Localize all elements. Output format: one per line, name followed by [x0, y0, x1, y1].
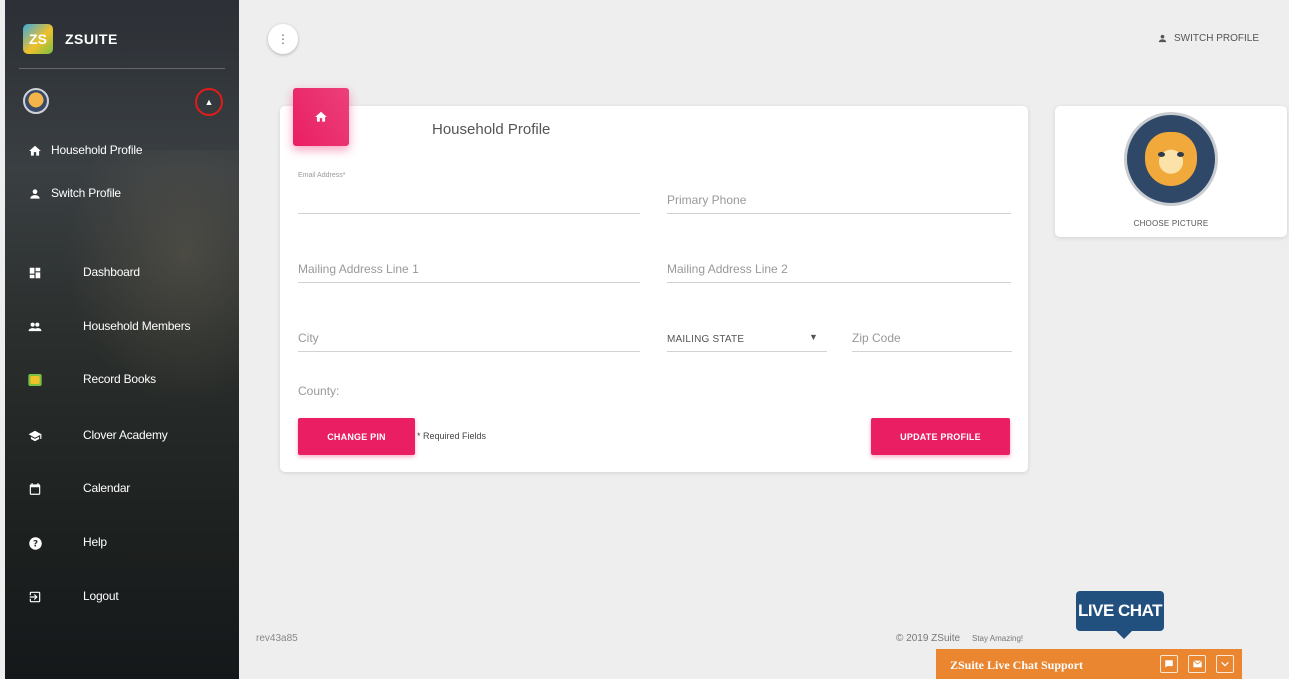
logout-icon: [27, 589, 43, 605]
revision-label: rev43a85: [256, 633, 298, 644]
sidebar-item-label: Record Books: [83, 372, 156, 386]
sidebar-item-household-members[interactable]: Household Members: [27, 319, 191, 335]
zip-placeholder: Zip Code: [852, 331, 901, 345]
sidebar-item-label: Dashboard: [83, 265, 140, 279]
school-icon: [27, 428, 43, 444]
home-icon: [315, 111, 327, 122]
sidebar-item-label: Help: [83, 535, 107, 549]
sidebar-item-label: Household Profile: [51, 143, 143, 157]
person-icon: [1158, 34, 1167, 43]
sidebar-item-logout[interactable]: Logout: [27, 589, 119, 605]
sidebar-item-label: Switch Profile: [51, 186, 121, 200]
avatar[interactable]: [23, 88, 49, 114]
city-placeholder: City: [298, 331, 319, 345]
chevron-down-icon[interactable]: [1216, 655, 1234, 673]
sidebar-item-switch-profile[interactable]: Switch Profile: [27, 186, 121, 202]
mailing-line1-placeholder: Mailing Address Line 1: [298, 262, 419, 276]
svg-text:?: ?: [33, 539, 38, 549]
tagline: Stay Amazing!: [972, 634, 1024, 643]
mailing-state-select[interactable]: MAILING STATE ▼: [667, 326, 827, 352]
sidebar-item-household-profile[interactable]: Household Profile: [27, 143, 143, 159]
sidebar-item-help[interactable]: ? Help: [27, 535, 107, 551]
more-menu-button[interactable]: ⋮: [268, 24, 298, 54]
calendar-icon: [27, 481, 43, 497]
profile-picture[interactable]: [1124, 112, 1218, 206]
choose-picture-link[interactable]: CHOOSE PICTURE: [1055, 219, 1287, 228]
sidebar-item-clover-academy[interactable]: Clover Academy: [27, 428, 168, 444]
people-icon: [27, 319, 43, 335]
zsuite-logo: ZS: [23, 24, 53, 54]
chevron-down-icon: ▼: [809, 332, 818, 342]
sidebar-item-label: Calendar: [83, 481, 131, 495]
update-profile-button[interactable]: UPDATE PROFILE: [871, 418, 1010, 455]
help-icon: ?: [27, 535, 43, 551]
sidebar-divider: [19, 68, 225, 69]
email-icon[interactable]: [1188, 655, 1206, 673]
primary-phone-placeholder: Primary Phone: [667, 193, 747, 207]
caret-up-icon[interactable]: ▲: [195, 88, 223, 116]
sidebar: ZS ZSUITE ▲ Household Profile Switch Pro…: [5, 0, 239, 679]
mailing-line2-placeholder: Mailing Address Line 2: [667, 262, 788, 276]
mailing-address-line2-field[interactable]: Mailing Address Line 2: [667, 257, 1011, 283]
person-icon: [27, 186, 43, 202]
sidebar-item-dashboard[interactable]: Dashboard: [27, 265, 140, 281]
live-chat-bar[interactable]: ZSuite Live Chat Support: [936, 649, 1242, 679]
tiger-avatar-icon: [1145, 132, 1197, 186]
more-vert-icon: ⋮: [277, 32, 289, 46]
chat-icon[interactable]: [1160, 655, 1178, 673]
zip-code-field[interactable]: Zip Code: [852, 326, 1012, 352]
card-title: Household Profile: [432, 121, 551, 138]
email-label: Email Address*: [298, 172, 346, 179]
card-badge: [293, 88, 349, 146]
county-label: County:: [298, 384, 340, 398]
brand-name: ZSUITE: [65, 31, 118, 47]
mailing-state-value: MAILING STATE: [667, 334, 745, 345]
primary-phone-field[interactable]: Primary Phone: [667, 188, 1011, 214]
switch-profile-label: SWITCH PROFILE: [1173, 33, 1259, 44]
sidebar-item-label: Clover Academy: [83, 428, 168, 442]
email-field[interactable]: [298, 188, 640, 214]
live-chat-bubble[interactable]: LIVE CHAT: [1076, 591, 1164, 639]
city-field[interactable]: City: [298, 326, 640, 352]
sidebar-item-label: Logout: [83, 589, 119, 603]
dashboard-icon: [27, 265, 43, 281]
mailing-address-line1-field[interactable]: Mailing Address Line 1: [298, 257, 640, 283]
copyright: © 2019 ZSuite: [896, 633, 961, 644]
sidebar-item-calendar[interactable]: Calendar: [27, 481, 130, 497]
switch-profile-link[interactable]: SWITCH PROFILE: [1157, 33, 1259, 44]
home-icon: [27, 143, 43, 159]
live-chat-label: ZSuite Live Chat Support: [950, 658, 1084, 672]
sidebar-item-record-books[interactable]: Record Books: [27, 372, 156, 388]
sidebar-item-label: Household Members: [83, 319, 191, 333]
change-pin-button[interactable]: CHANGE PIN: [298, 418, 415, 455]
user-row[interactable]: ▲: [23, 88, 223, 116]
brand[interactable]: ZS ZSUITE: [23, 24, 118, 54]
record-books-icon: [27, 372, 43, 388]
required-fields-note: * Required Fields: [417, 431, 487, 441]
